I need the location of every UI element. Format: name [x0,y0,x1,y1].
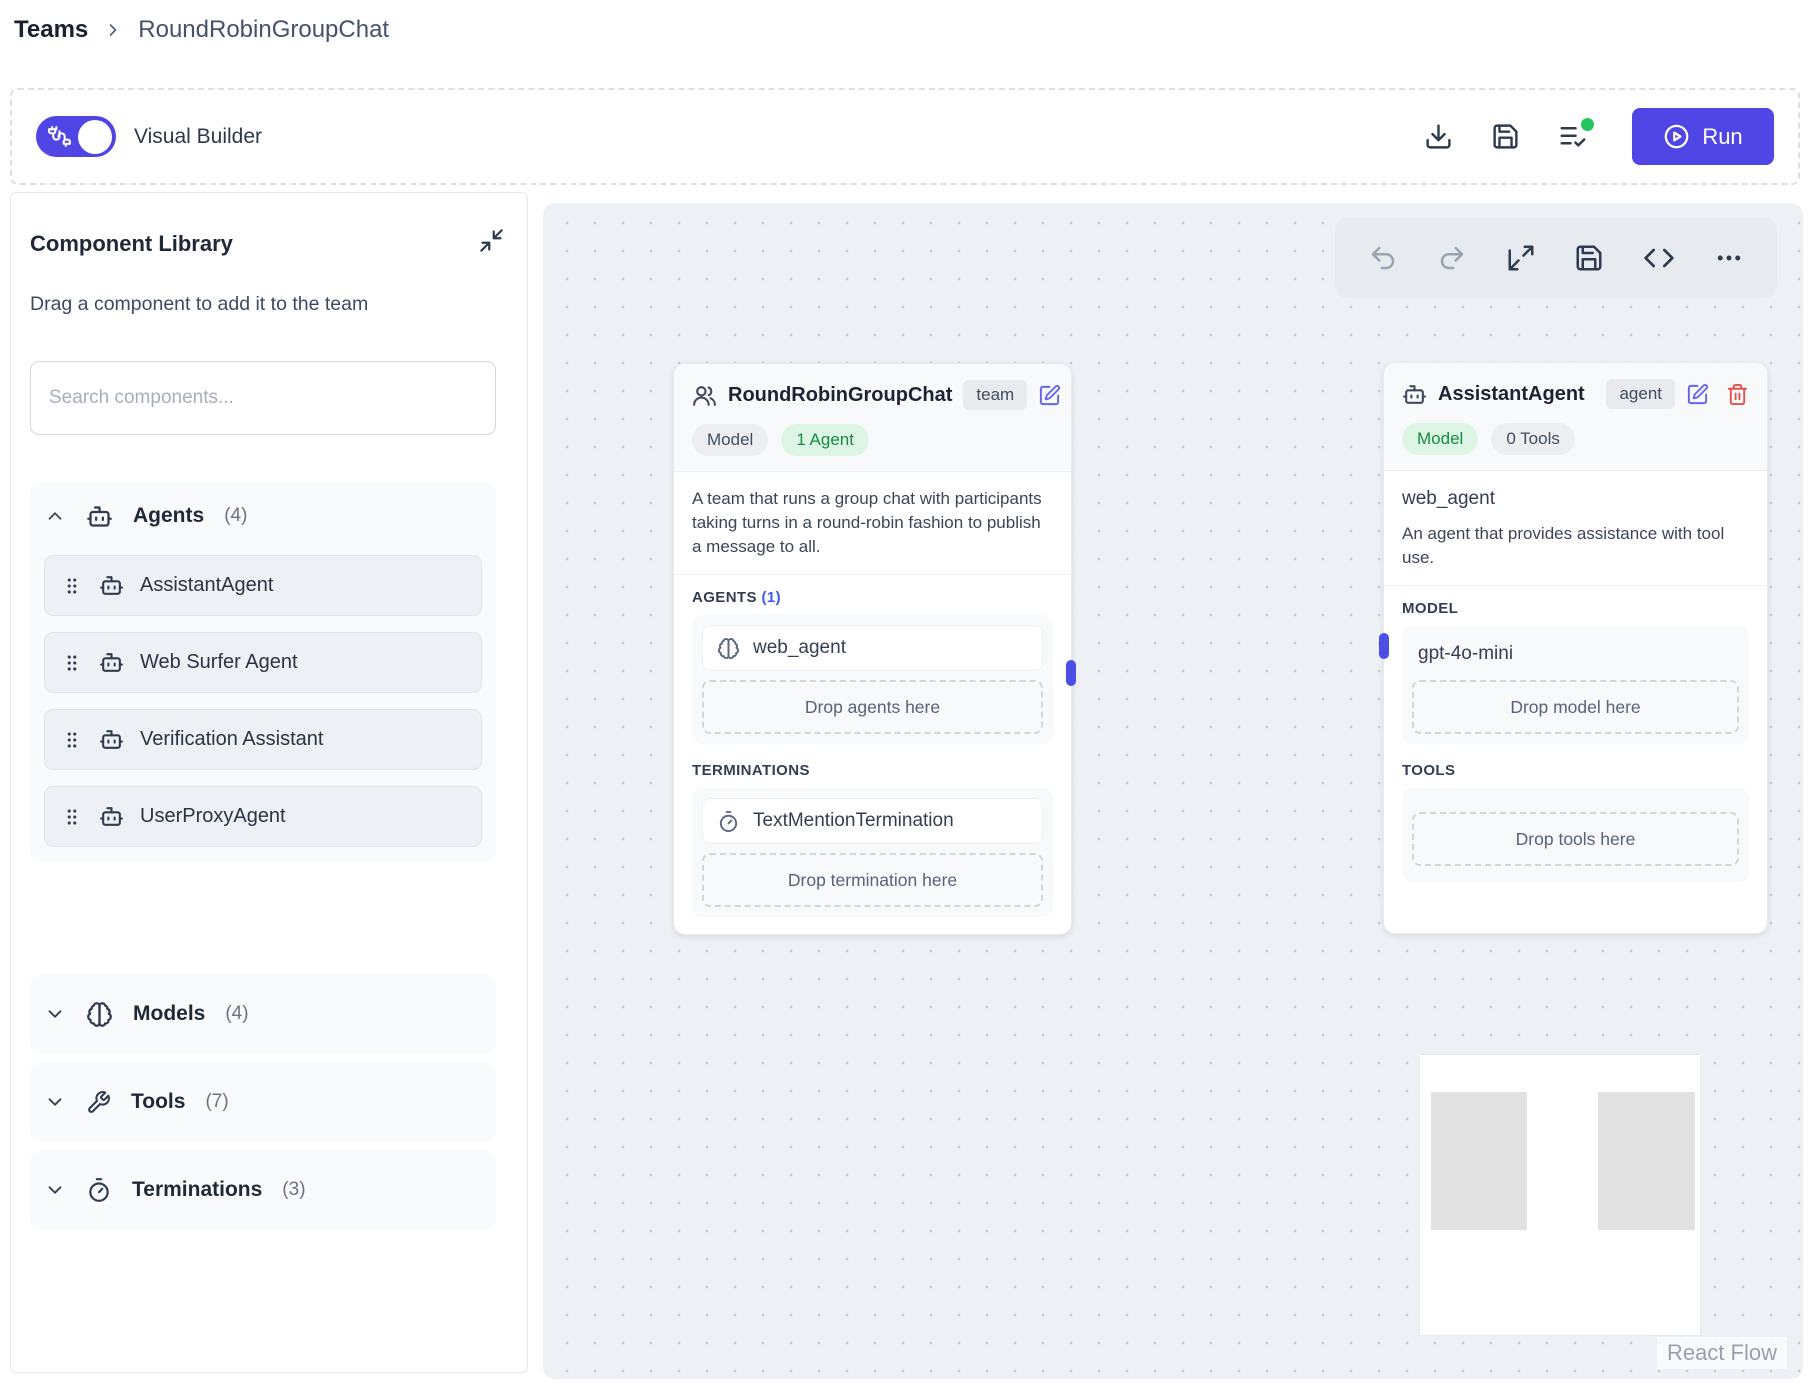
library-item-assistant-agent[interactable]: AssistantAgent [44,555,482,616]
node-type-badge: team [963,380,1027,410]
undo-icon[interactable] [1368,243,1398,273]
grip-vertical-icon [61,806,83,828]
collapse-panel-icon[interactable] [478,227,505,254]
drop-tools-zone[interactable]: Drop tools here [1412,812,1739,866]
list-check-icon[interactable] [1558,122,1588,152]
source-handle[interactable] [1066,660,1076,686]
agent-node-header: AssistantAgent agent Model 0 Tools [1384,363,1767,471]
agent-name: web_agent [1402,486,1749,513]
agent-chip-web-agent[interactable]: web_agent [702,625,1043,671]
tools-zone-label: TOOLS [1402,762,1749,779]
section-terminations-header[interactable]: Terminations (3) [30,1151,496,1229]
brain-icon [717,637,740,660]
breadcrumb: Teams RoundRobinGroupChat [14,16,389,44]
node-type-badge: agent [1606,379,1675,409]
play-circle-icon [1663,123,1690,150]
wrench-icon [86,1090,111,1115]
bot-icon [99,727,124,752]
library-item-user-proxy-agent[interactable]: UserProxyAgent [44,786,482,847]
code-icon[interactable] [1643,242,1675,274]
drop-agents-zone[interactable]: Drop agents here [702,680,1043,734]
bot-icon [99,650,124,675]
visual-builder-toggle[interactable] [36,116,116,157]
library-title: Component Library [30,231,233,257]
minimap[interactable] [1420,1055,1700,1335]
team-node[interactable]: RoundRobinGroupChat team Model 1 Agent A… [673,363,1072,935]
edge-team-to-agent [543,203,843,353]
timer-icon [717,810,740,833]
model-pill: Model [692,424,768,456]
edit-icon[interactable] [1038,384,1061,407]
team-node-description: A team that runs a group chat with parti… [674,472,1071,575]
fit-view-icon[interactable] [1506,243,1536,273]
breadcrumb-current: RoundRobinGroupChat [138,16,389,44]
flow-canvas[interactable]: RoundRobinGroupChat team Model 1 Agent A… [543,203,1803,1379]
canvas-toolbar [1335,218,1777,298]
section-agents: Agents (4) AssistantAgent Web Surfer Age… [30,483,496,861]
target-handle[interactable] [1379,633,1389,659]
model-chip-gpt-4o-mini[interactable]: gpt-4o-mini [1412,636,1739,678]
brain-icon [86,1001,113,1028]
save-icon[interactable] [1491,122,1520,151]
model-pill: Model [1402,423,1478,455]
minimap-team-node [1431,1092,1527,1230]
more-options-icon[interactable] [1714,243,1744,273]
timer-icon [86,1177,112,1203]
tools-count-pill: 0 Tools [1491,423,1575,455]
download-icon[interactable] [1424,122,1453,151]
grip-vertical-icon [61,575,83,597]
users-icon [692,383,717,408]
library-subtitle: Drag a component to add it to the team [30,293,368,316]
agent-node-title: AssistantAgent [1438,383,1595,406]
library-item-web-surfer-agent[interactable]: Web Surfer Agent [44,632,482,693]
drop-model-zone[interactable]: Drop model here [1412,680,1739,734]
section-tools-header[interactable]: Tools (7) [30,1063,496,1141]
react-flow-attribution[interactable]: React Flow [1657,1337,1787,1369]
builder-toolbar: Visual Builder Run [10,88,1800,185]
toolbar-actions [1424,122,1588,152]
chevron-up-icon [44,505,66,527]
cable-icon [47,124,72,149]
terminations-zone-label: TERMINATIONS [692,762,1053,779]
team-node-header: RoundRobinGroupChat team Model 1 Agent [674,364,1071,472]
tools-zone: Drop tools here [1402,788,1749,882]
section-models-header[interactable]: Models (4) [30,975,496,1053]
run-button[interactable]: Run [1632,108,1774,165]
bot-icon [99,804,124,829]
search-box [30,361,496,435]
search-input[interactable] [30,361,496,435]
model-zone: gpt-4o-mini Drop model here [1402,626,1749,744]
status-green-dot [1581,118,1594,131]
toggle-knob [78,120,112,154]
team-node-title: RoundRobinGroupChat [728,384,952,407]
bot-icon [86,503,113,530]
bot-icon [1402,382,1427,407]
termination-chip[interactable]: TextMentionTermination [702,798,1043,844]
library-item-verification-assistant[interactable]: Verification Assistant [44,709,482,770]
delete-icon[interactable] [1726,383,1749,406]
breadcrumb-teams-link[interactable]: Teams [14,16,88,44]
drop-termination-zone[interactable]: Drop termination here [702,853,1043,907]
terminations-zone: TextMentionTermination Drop termination … [692,788,1053,917]
edit-icon[interactable] [1686,383,1709,406]
grip-vertical-icon [61,652,83,674]
chevron-down-icon [44,1003,66,1025]
redo-icon[interactable] [1437,243,1467,273]
minimap-agent-node [1598,1092,1695,1230]
chevron-right-icon [103,20,123,40]
agents-zone: web_agent Drop agents here [692,615,1053,744]
agents-zone-label: AGENTS (1) [692,589,1053,606]
grip-vertical-icon [61,729,83,751]
agent-count-pill: 1 Agent [781,424,869,456]
agent-node-description: web_agent An agent that provides assista… [1384,471,1767,586]
chevron-down-icon [44,1091,66,1113]
agent-node[interactable]: AssistantAgent agent Model 0 Tools web_a… [1383,362,1768,934]
chevron-down-icon [44,1179,66,1201]
model-zone-label: MODEL [1402,600,1749,617]
visual-builder-label: Visual Builder [134,125,262,149]
save-icon[interactable] [1574,243,1604,273]
section-agents-header[interactable]: Agents (4) [44,493,482,539]
component-library-panel: Component Library Drag a component to ad… [10,192,528,1373]
bot-icon [99,573,124,598]
